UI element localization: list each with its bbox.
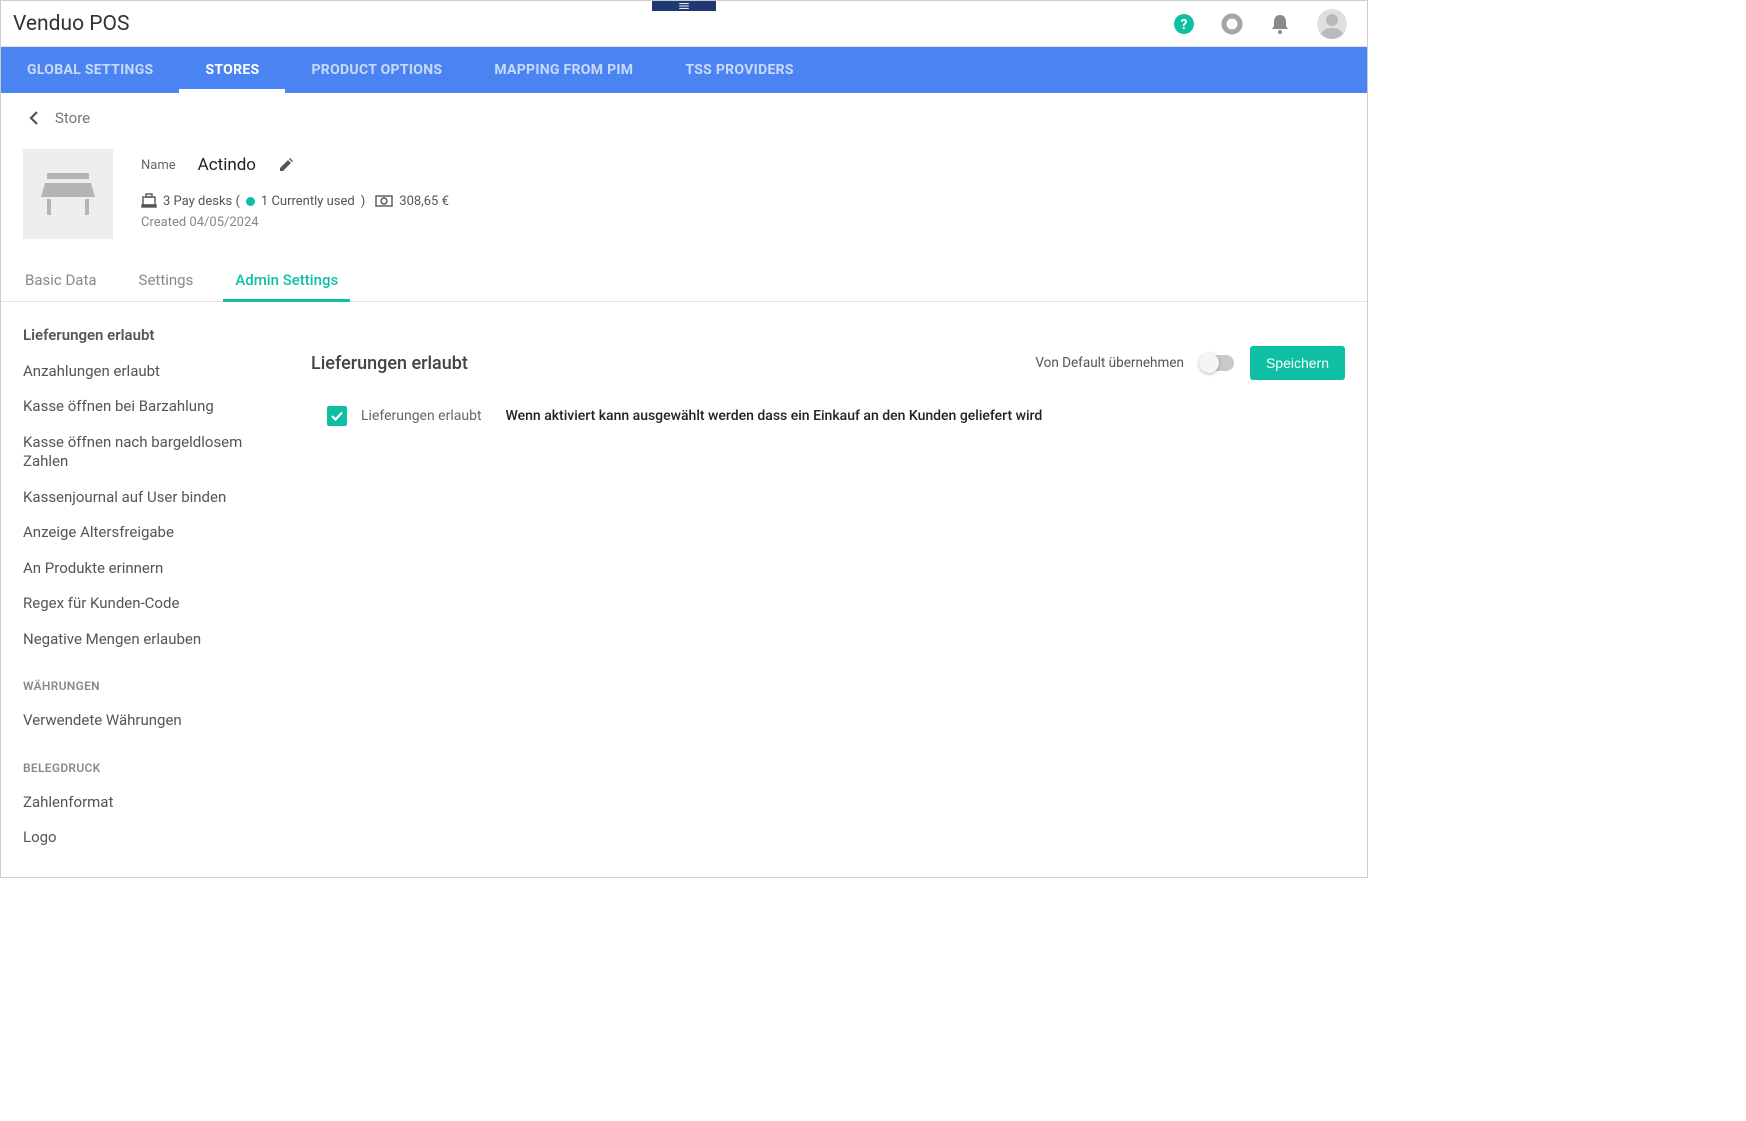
store-name-label: Name xyxy=(141,158,176,173)
side-item-produkte-erinnern[interactable]: An Produkte erinnern xyxy=(23,551,283,587)
side-item-logo[interactable]: Logo xyxy=(23,820,283,856)
help-icon[interactable]: ? xyxy=(1173,13,1195,35)
svg-text:?: ? xyxy=(1181,17,1188,33)
settings-side-list: Lieferungen erlaubt Anzahlungen erlaubt … xyxy=(23,318,283,856)
group-waehrungen: WÄHRUNGEN xyxy=(23,657,283,703)
save-button[interactable]: Speichern xyxy=(1250,346,1345,380)
setting-description: Wenn aktiviert kann ausgewählt werden da… xyxy=(506,408,1043,424)
breadcrumb: Store xyxy=(1,93,1367,135)
bell-icon[interactable] xyxy=(1269,13,1291,35)
side-item-altersfreigabe[interactable]: Anzeige Altersfreigabe xyxy=(23,515,283,551)
store-subtabs: Basic Data Settings Admin Settings xyxy=(1,261,1367,302)
group-belegdruck: BELEGDRUCK xyxy=(23,739,283,785)
store-icon xyxy=(23,149,113,239)
subtab-settings[interactable]: Settings xyxy=(137,261,196,301)
nav-tab-mapping[interactable]: MAPPING FROM PIM xyxy=(468,47,659,93)
side-item-waehrungen[interactable]: Verwendete Währungen xyxy=(23,703,283,739)
hamburger-icon xyxy=(677,2,691,10)
side-item-kasse-bargeldlos[interactable]: Kasse öffnen nach bargeldlosem Zahlen xyxy=(23,425,283,480)
setting-detail-panel: Lieferungen erlaubt Von Default übernehm… xyxy=(311,318,1345,856)
store-header: Name Actindo 3 Pay desks ( 1 Currently u… xyxy=(1,135,1367,261)
subtab-basic-data[interactable]: Basic Data xyxy=(23,261,99,301)
side-item-zahlenformat[interactable]: Zahlenformat xyxy=(23,785,283,821)
user-avatar[interactable] xyxy=(1317,9,1347,39)
cashdesk-icon xyxy=(141,193,157,209)
detail-title: Lieferungen erlaubt xyxy=(311,353,468,374)
side-item-kassenjournal[interactable]: Kassenjournal auf User binden xyxy=(23,480,283,516)
money-icon xyxy=(375,195,393,207)
edit-name-button[interactable] xyxy=(278,157,294,173)
back-button[interactable] xyxy=(23,107,45,129)
paydesks-suffix: ) xyxy=(361,194,366,209)
nav-tab-tss[interactable]: TSS PROVIDERS xyxy=(659,47,819,93)
status-circle-icon[interactable] xyxy=(1221,13,1243,35)
default-inherit-toggle[interactable] xyxy=(1200,355,1234,371)
store-amount: 308,65 € xyxy=(399,194,449,209)
top-handle[interactable] xyxy=(652,1,716,11)
setting-checkbox-label: Lieferungen erlaubt xyxy=(361,408,482,424)
lieferungen-checkbox[interactable] xyxy=(327,406,347,426)
main-nav-tabs: GLOBAL SETTINGS STORES PRODUCT OPTIONS M… xyxy=(1,47,1367,93)
store-created: Created 04/05/2024 xyxy=(141,215,1345,230)
side-item-kasse-bar[interactable]: Kasse öffnen bei Barzahlung xyxy=(23,389,283,425)
breadcrumb-label: Store xyxy=(55,109,90,127)
subtab-admin-settings[interactable]: Admin Settings xyxy=(233,261,340,301)
nav-tab-stores[interactable]: STORES xyxy=(179,47,285,93)
default-inherit-label: Von Default übernehmen xyxy=(1035,355,1184,371)
paydesks-used: 1 Currently used xyxy=(261,194,355,209)
paydesks-prefix: 3 Pay desks ( xyxy=(163,194,240,209)
nav-tab-product-options[interactable]: PRODUCT OPTIONS xyxy=(285,47,468,93)
store-name: Actindo xyxy=(198,155,256,175)
status-dot-icon xyxy=(246,197,255,206)
app-title: Venduo POS xyxy=(13,12,129,36)
content-scroll[interactable]: Store Name Actindo xyxy=(1,93,1367,877)
side-item-lieferungen[interactable]: Lieferungen erlaubt xyxy=(23,318,283,354)
side-item-regex[interactable]: Regex für Kunden-Code xyxy=(23,586,283,622)
side-item-negative-mengen[interactable]: Negative Mengen erlauben xyxy=(23,622,283,658)
nav-tab-global-settings[interactable]: GLOBAL SETTINGS xyxy=(1,47,179,93)
side-item-anzahlungen[interactable]: Anzahlungen erlaubt xyxy=(23,354,283,390)
